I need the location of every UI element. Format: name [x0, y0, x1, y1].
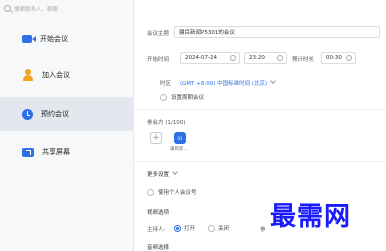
chevron-down-icon: [172, 169, 178, 175]
start-time-value: 23:20: [249, 55, 265, 61]
divider: [134, 161, 386, 162]
topic-input[interactable]: 骥目新闻P5301的会议: [174, 26, 380, 38]
search-icon: [4, 5, 11, 12]
nav-label: 预约会议: [41, 110, 69, 118]
timezone-select[interactable]: (GMT +8:00) 中国标准时间 (北京): [180, 78, 276, 87]
personal-id-checkbox[interactable]: 使用个人会议号: [147, 188, 197, 196]
sidebar: 搜索联系人、群聊 开始会议 加入会议 预约会议 共享屏幕: [0, 0, 134, 251]
audio-options-label: 音频选择: [147, 245, 170, 251]
clock-icon: [277, 55, 283, 61]
timezone-value: (GMT +8:00) 中国标准时间 (北京): [180, 81, 268, 87]
recurring-checkbox[interactable]: 设置周期会议: [160, 93, 204, 101]
start-time-label: 开始时间: [147, 57, 170, 63]
timezone-label: 时区: [160, 81, 172, 87]
topic-value: 骥目新闻P5301的会议: [179, 30, 235, 36]
more-settings-toggle[interactable]: 更多设置: [147, 169, 178, 178]
radio-selected-icon: [174, 224, 181, 232]
checkbox-icon: [160, 93, 167, 101]
nav-label: 加入会议: [42, 71, 70, 79]
user-icon: [22, 69, 34, 81]
nav-label: 共享屏幕: [42, 148, 70, 156]
nav-schedule-meeting[interactable]: 预约会议: [0, 97, 133, 131]
nav-join-meeting[interactable]: 加入会议: [0, 58, 133, 92]
video-camera-icon: [22, 35, 32, 43]
nav-start-meeting[interactable]: 开始会议: [0, 22, 133, 56]
divider: [134, 109, 386, 110]
nav-share-screen[interactable]: 共享屏幕: [0, 135, 133, 169]
chevron-down-icon: [270, 78, 276, 84]
share-screen-icon: [22, 147, 34, 157]
start-time-picker[interactable]: 23:20: [244, 52, 287, 64]
add-participant-button[interactable]: +: [150, 132, 162, 144]
host-label: 主持人:: [147, 227, 166, 233]
calendar-icon: [230, 55, 236, 61]
radio-icon: [208, 224, 215, 232]
host-on-label: 打开: [184, 226, 196, 232]
participant-name: 骥目新...: [170, 147, 188, 152]
host-off-label: 关闭: [218, 226, 230, 232]
search-box[interactable]: 搜索联系人、群聊: [4, 3, 126, 14]
personal-id-label: 使用个人会议号: [158, 190, 197, 196]
search-placeholder: 搜索联系人、群聊: [14, 6, 59, 13]
participant-avatar: 01: [174, 132, 186, 144]
start-date-value: 2024-07-24: [185, 55, 217, 61]
video-options-label: 视频选项: [147, 210, 170, 216]
clock-icon: [346, 55, 352, 61]
topic-label: 会议主题: [147, 31, 170, 37]
participants-label: 参会方 (1/100): [147, 120, 186, 126]
clock-icon: [22, 108, 33, 120]
watermark-logo: 最需网: [270, 202, 352, 232]
recurring-label: 设置周期会议: [171, 95, 205, 101]
more-settings-label: 更多设置: [147, 172, 170, 178]
checkbox-icon: [147, 188, 154, 196]
host-video-off-radio[interactable]: 关闭: [208, 224, 229, 232]
participant-video-label: 参: [260, 227, 266, 233]
duration-value: 00:30: [326, 55, 342, 61]
nav-label: 开始会议: [40, 35, 68, 43]
duration-label: 预计时长: [292, 57, 315, 63]
start-date-picker[interactable]: 2024-07-24: [180, 52, 240, 64]
duration-picker[interactable]: 00:30: [321, 52, 356, 64]
host-video-on-radio[interactable]: 打开: [174, 224, 195, 232]
